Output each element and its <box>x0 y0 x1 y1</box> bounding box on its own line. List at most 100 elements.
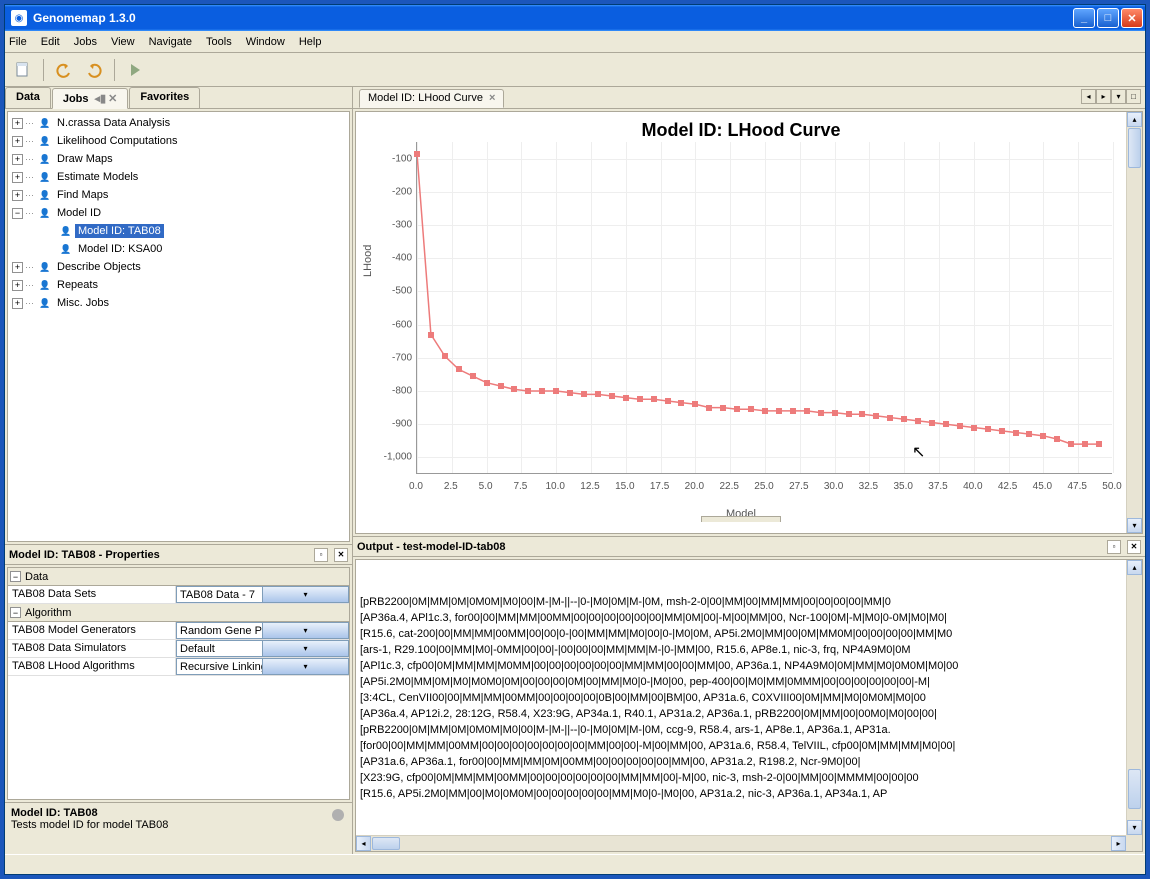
tab-close-icon[interactable]: ✕ <box>108 92 117 105</box>
tree-item[interactable]: +⋯👤Likelihood Computations <box>8 132 349 150</box>
tab-data[interactable]: Data <box>5 87 51 108</box>
dropdown-icon[interactable]: ▾ <box>262 641 348 656</box>
redo-button[interactable] <box>82 58 106 82</box>
scroll-up-icon[interactable]: ▴ <box>1127 560 1142 575</box>
data-point <box>734 406 740 412</box>
expand-icon[interactable]: + <box>12 298 23 309</box>
collapse-icon[interactable]: − <box>10 607 21 618</box>
tree-item[interactable]: +⋯👤Estimate Models <box>8 168 349 186</box>
expand-icon[interactable]: + <box>12 262 23 273</box>
panel-close-icon[interactable]: ✕ <box>334 548 348 562</box>
tree-item[interactable]: +⋯👤N.crassa Data Analysis <box>8 114 349 132</box>
job-icon: 👤 <box>38 278 52 292</box>
data-point <box>1068 441 1074 447</box>
panel-close-icon[interactable]: ✕ <box>1127 540 1141 554</box>
tree-item[interactable]: +⋯👤Describe Objects <box>8 258 349 276</box>
job-icon: 👤 <box>38 206 52 220</box>
expand-icon[interactable]: + <box>12 190 23 201</box>
data-point <box>1026 431 1032 437</box>
job-icon: 👤 <box>38 134 52 148</box>
scroll-down-icon[interactable]: ▾ <box>1127 820 1142 835</box>
expand-icon[interactable]: + <box>12 136 23 147</box>
output-scrollbar-vertical[interactable]: ▴ ▾ <box>1126 560 1142 835</box>
scroll-down-icon[interactable]: ▾ <box>1127 518 1142 533</box>
scroll-thumb[interactable] <box>1128 128 1141 168</box>
window-title: Genomemap 1.3.0 <box>33 11 1073 25</box>
menu-file[interactable]: File <box>9 36 27 48</box>
menu-navigate[interactable]: Navigate <box>149 36 192 48</box>
tab-jobs[interactable]: Jobs◂▮✕ <box>52 88 128 109</box>
tree-item[interactable]: +⋯👤Repeats <box>8 276 349 294</box>
tree-item[interactable]: 👤Model ID: TAB08 <box>8 222 349 240</box>
data-point <box>678 400 684 406</box>
tree-item[interactable]: −⋯👤Model ID <box>8 204 349 222</box>
tab-scroll-left-icon[interactable]: ◂ <box>1081 89 1096 104</box>
minimize-button[interactable]: _ <box>1073 8 1095 28</box>
panel-minimize-icon[interactable]: ▫ <box>1107 540 1121 554</box>
output-line: [AP36a.4, AP12i.2, 28:12G, R58.4, X23:9G… <box>360 706 1138 722</box>
tree-item-label: Find Maps <box>54 188 111 202</box>
maximize-button[interactable]: □ <box>1097 8 1119 28</box>
y-tick-label: -200 <box>374 186 412 197</box>
chart-resize-handle[interactable] <box>701 516 781 522</box>
collapse-icon[interactable]: − <box>12 208 23 219</box>
new-file-button[interactable] <box>11 58 35 82</box>
tree-item[interactable]: +⋯👤Find Maps <box>8 186 349 204</box>
property-value[interactable]: Default▾ <box>176 640 349 657</box>
properties-panel: Model ID: TAB08 - Properties ▫ ✕ −DataTA… <box>5 544 352 854</box>
property-row: TAB08 Model GeneratorsRandom Gene Permut… <box>8 622 349 640</box>
tab-favorites[interactable]: Favorites <box>129 87 200 108</box>
collapse-icon[interactable]: − <box>10 571 21 582</box>
tree-item[interactable]: +⋯👤Misc. Jobs <box>8 294 349 312</box>
scroll-thumb[interactable] <box>372 837 400 850</box>
tree-item[interactable]: +⋯👤Draw Maps <box>8 150 349 168</box>
tab-scroll-right-icon[interactable]: ▸ <box>1096 89 1111 104</box>
dropdown-icon[interactable]: ▾ <box>262 623 348 638</box>
scroll-thumb[interactable] <box>1128 769 1141 809</box>
tree-item-label: Misc. Jobs <box>54 296 112 310</box>
editor-tab-close-icon[interactable]: × <box>489 92 495 104</box>
property-value[interactable]: TAB08 Data - 7▾ <box>176 586 349 603</box>
property-category[interactable]: −Data <box>8 568 349 586</box>
tree-item[interactable]: 👤Model ID: KSA00 <box>8 240 349 258</box>
tab-prev-icon[interactable]: ◂▮ <box>95 92 107 105</box>
property-category[interactable]: −Algorithm <box>8 604 349 622</box>
menu-window[interactable]: Window <box>246 36 285 48</box>
close-button[interactable]: ✕ <box>1121 8 1143 28</box>
editor-tab-lhood[interactable]: Model ID: LHood Curve × <box>359 89 504 108</box>
menu-tools[interactable]: Tools <box>206 36 232 48</box>
job-icon: 👤 <box>38 116 52 130</box>
data-point <box>1040 433 1046 439</box>
run-button[interactable] <box>123 58 147 82</box>
scroll-left-icon[interactable]: ◂ <box>356 836 371 851</box>
undo-button[interactable] <box>52 58 76 82</box>
data-point <box>525 388 531 394</box>
tab-maximize-icon[interactable]: □ <box>1126 89 1141 104</box>
property-value[interactable]: Recursive Linking Algorithm▾ <box>176 658 349 675</box>
dropdown-icon[interactable]: ▾ <box>262 659 348 674</box>
menu-help[interactable]: Help <box>299 36 322 48</box>
expand-icon[interactable]: + <box>12 154 23 165</box>
scroll-up-icon[interactable]: ▴ <box>1127 112 1142 127</box>
jobs-tree[interactable]: +⋯👤N.crassa Data Analysis+⋯👤Likelihood C… <box>7 111 350 542</box>
output-body[interactable]: [pRB2200|0M|MM|0M|0M0M|M0|00|M-|M-||--|0… <box>355 559 1143 852</box>
expand-icon[interactable]: + <box>12 280 23 291</box>
data-point <box>804 408 810 414</box>
output-line: [R15.6, AP5i.2M0|MM|00|M0|0M0M|00|00|00|… <box>360 786 1138 802</box>
property-value[interactable]: Random Gene Permutations▾ <box>176 622 349 639</box>
chart-scrollbar-vertical[interactable]: ▴ ▾ <box>1126 112 1142 533</box>
properties-description: Model ID: TAB08 Tests model ID for model… <box>5 802 352 854</box>
expand-icon[interactable]: + <box>12 172 23 183</box>
panel-minimize-icon[interactable]: ▫ <box>314 548 328 562</box>
expand-icon[interactable]: + <box>12 118 23 129</box>
output-scrollbar-horizontal[interactable]: ◂ ▸ <box>356 835 1126 851</box>
menu-view[interactable]: View <box>111 36 135 48</box>
tab-dropdown-icon[interactable]: ▾ <box>1111 89 1126 104</box>
dropdown-icon[interactable]: ▾ <box>262 587 348 602</box>
scroll-right-icon[interactable]: ▸ <box>1111 836 1126 851</box>
menu-jobs[interactable]: Jobs <box>74 36 97 48</box>
job-icon: 👤 <box>38 188 52 202</box>
chart-plot-area <box>416 142 1112 474</box>
menu-edit[interactable]: Edit <box>41 36 60 48</box>
y-tick-label: -500 <box>374 286 412 297</box>
